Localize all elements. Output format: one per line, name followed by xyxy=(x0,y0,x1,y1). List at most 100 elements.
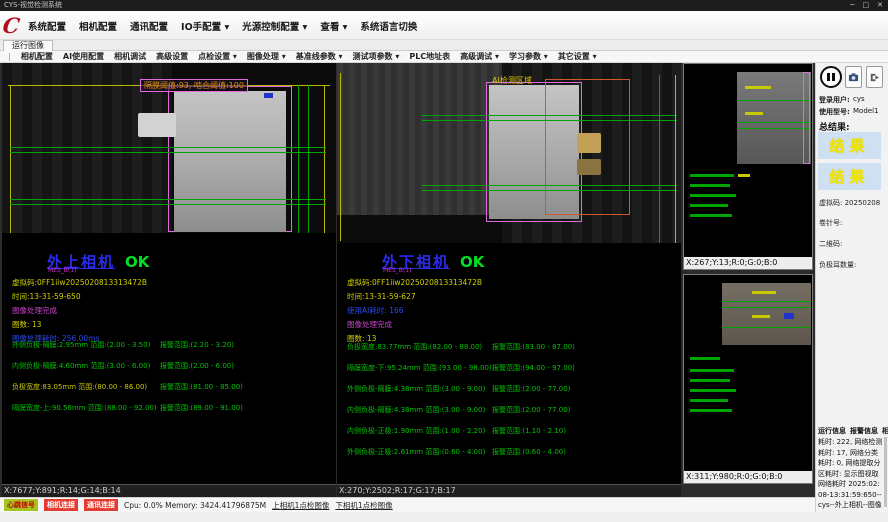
overlay-text-mark xyxy=(745,112,763,115)
info-tab-camera[interactable]: 相机信息 xyxy=(882,426,888,436)
middle-camera-image[interactable]: AI检测区域 xyxy=(337,63,681,243)
process-status-line: 图像处理完成 xyxy=(347,319,392,330)
process-status-line: 图像处理完成 xyxy=(12,305,57,316)
left-camera-view[interactable]: 隔膜阈值:93, 啮合阈值:100 外上相机 OK MES_B(1) 虚拟码:0… xyxy=(2,63,336,497)
result-text-line xyxy=(690,409,732,412)
middle-camera-view[interactable]: AI检测区域 外下相机 OK MES_B(1) 虚拟码:0FF1iiw20250… xyxy=(337,63,681,497)
tool-spot-check[interactable]: 点检设置 ▾ xyxy=(198,51,237,62)
result-ok-label: OK xyxy=(125,253,149,271)
time-line: 时间:13-31-59-650 xyxy=(12,291,81,302)
left-camera-image[interactable]: 隔膜阈值:93, 啮合阈值:100 xyxy=(2,63,336,233)
tool-advanced-debug[interactable]: 高级调试 ▾ xyxy=(460,51,499,62)
measure-line xyxy=(422,115,677,116)
app-logo-icon: C xyxy=(1,13,24,37)
footer-strip xyxy=(0,512,888,522)
measurement-value: 内侧负极-隔膜:4.38mm 范围:(3.00 - 9.00) xyxy=(347,405,485,415)
logout-button[interactable] xyxy=(866,66,883,88)
tool-camera-debug[interactable]: 相机调试 xyxy=(114,51,146,62)
measurement-value: 内侧负极-隔膜:4.60mm 范围:(3.00 - 6.00) xyxy=(12,361,150,371)
virtual-code-row: 虚拟码: 20250208 xyxy=(819,198,880,208)
menu-bar: C 系统配置 相机配置 通讯配置 IO手配置 ▾ 光源控制配置 ▾ 查看 ▾ 系… xyxy=(0,11,888,40)
thumb-camera-view-1[interactable]: X:267;Y:13;R:0;G:0;B:0 xyxy=(683,63,813,270)
menu-view[interactable]: 查看 ▾ xyxy=(320,19,347,33)
status-bar: 心跳信号 相机连接 通讯连接 Cpu: 0.0% Memory: 3424.41… xyxy=(0,497,815,512)
measurement-value: 外侧负极-正极:2.61mm 范围:(0.60 - 4.00) xyxy=(347,447,485,457)
menu-io-config[interactable]: IO手配置 ▾ xyxy=(181,19,229,33)
barcode-line: 虚拟码:0FF1iiw2025020813313472B xyxy=(347,277,482,288)
measurement-alarm: 报警范围:(2.20 - 3.20) xyxy=(160,340,234,350)
blue-marker xyxy=(264,93,273,98)
info-tab-run[interactable]: 运行信息 xyxy=(818,426,846,436)
pause-button[interactable] xyxy=(820,66,842,88)
tool-test-params[interactable]: 测试项参数 ▾ xyxy=(353,51,400,62)
result-box-1: 结果 xyxy=(818,132,881,159)
mes-tag: MES_B(1) xyxy=(383,267,411,274)
comm-connection-badge: 通讯连接 xyxy=(84,499,118,511)
measurement-alarm: 报警范围:(2.00 - 77.00) xyxy=(492,384,570,394)
measurement-alarm: 报警范围:(2.00 - 6.00) xyxy=(160,361,234,371)
barcode-line: 虚拟码:0FF1iiw2025020813313472B xyxy=(12,277,147,288)
tool-other-settings[interactable]: 其它设置 ▾ xyxy=(558,51,597,62)
close-icon[interactable]: ✕ xyxy=(877,0,883,11)
tool-ai-config[interactable]: AI使用配置 xyxy=(63,51,104,62)
result-text-line xyxy=(690,379,730,382)
info-tab-alarm[interactable]: 报警信息 xyxy=(850,426,878,436)
side-panel: 登录用户: cys 使用型号: Model1 总结果: 结果 结果 虚拟码: 2… xyxy=(815,63,888,512)
tool-advanced-settings[interactable]: 高级设置 xyxy=(156,51,188,62)
tool-baseline-params[interactable]: 基准线参数 ▾ xyxy=(296,51,343,62)
tool-learn-params[interactable]: 学习参数 ▾ xyxy=(509,51,548,62)
edge-line-left xyxy=(10,85,11,233)
maximize-icon[interactable]: □ xyxy=(863,0,870,11)
tab-run-image[interactable]: 运行图像 xyxy=(3,40,53,51)
minimize-icon[interactable]: ─ xyxy=(850,0,854,11)
machine-background xyxy=(337,63,502,215)
tab-contact xyxy=(577,133,601,153)
menu-language[interactable]: 系统语言切换 xyxy=(360,19,417,33)
pause-icon xyxy=(827,73,830,81)
threshold-overlay: 隔膜阈值:93, 啮合阈值:100 xyxy=(140,79,248,92)
toolbar: | 相机配置 AI使用配置 相机调试 高级设置 点检设置 ▾ 图像处理 ▾ 基准… xyxy=(0,51,888,63)
pixel-coords-readout: X:270;Y:2502;R:17;G:17;B:17 xyxy=(337,484,681,497)
measurement-value: 内侧负极-正极:1.90mm 范围:(1.00 - 2.20) xyxy=(347,426,485,436)
measurement-alarm: 报警范围:(89.00 - 91.00) xyxy=(160,403,243,413)
measurement-value: 负极宽度:83.05mm 范围:(80.00 - 86.00) xyxy=(12,382,147,392)
upper-camera-check-link[interactable]: 上相机1点检图像 xyxy=(272,500,329,511)
pixel-coords-readout: X:7677;Y:891;R:14;G:14;B:14 xyxy=(2,484,336,497)
log-scrollbar[interactable] xyxy=(884,437,887,507)
pixel-coords-readout: X:311;Y:980;R:0;G:0;B:0 xyxy=(684,471,812,483)
menu-comm-config[interactable]: 通讯配置 xyxy=(130,19,168,33)
camera-icon xyxy=(848,72,859,83)
overlay-text-mark xyxy=(752,291,776,294)
thumb2-image[interactable] xyxy=(722,283,811,345)
measurement-value: 外侧负极-隔膜:4.38mm 范围:(3.00 - 9.00) xyxy=(347,384,485,394)
measurement-alarm: 报警范围:(83.00 - 87.00) xyxy=(492,342,575,352)
main-workspace: 隔膜阈值:93, 啮合阈值:100 外上相机 OK MES_B(1) 虚拟码:0… xyxy=(0,63,815,497)
login-user-label: 登录用户: xyxy=(819,96,850,104)
tab-count-label: 负极耳数量: xyxy=(819,260,856,270)
ai-elapsed-line: 使用AI耗时: 166 xyxy=(347,305,404,316)
tool-camera-config[interactable]: 相机配置 xyxy=(21,51,53,62)
thumb-camera-view-2[interactable]: X:311;Y:980;R:0;G:0;B:0 xyxy=(683,274,813,484)
result-text-line xyxy=(690,357,720,360)
result-box-2: 结果 xyxy=(818,163,881,190)
camera-capture-button[interactable] xyxy=(845,66,862,88)
lower-camera-check-link[interactable]: 下相机1点检图像 xyxy=(335,500,392,511)
result-text-line xyxy=(690,389,736,392)
result-text-line xyxy=(690,399,728,402)
tool-image-process[interactable]: 图像处理 ▾ xyxy=(247,51,286,62)
measurement-alarm: 报警范围:(0.60 - 4.00) xyxy=(492,447,566,457)
menu-system-config[interactable]: 系统配置 xyxy=(28,19,66,33)
measurement-alarm: 报警范围:(81.00 - 85.00) xyxy=(160,382,243,392)
menu-camera-config[interactable]: 相机配置 xyxy=(79,19,117,33)
mes-tag: MES_B(1) xyxy=(48,267,76,274)
tool-plc-table[interactable]: PLC地址表 xyxy=(409,51,450,62)
window-title: CYS-视觉检测系统 xyxy=(4,0,62,11)
thumb1-image[interactable] xyxy=(737,72,811,164)
measurement-alarm: 报警范围:(1.10 - 2.10) xyxy=(492,426,566,436)
time-line: 时间:13-31-59-627 xyxy=(347,291,416,302)
blue-marker xyxy=(784,313,794,319)
menu-light-config[interactable]: 光源控制配置 ▾ xyxy=(242,19,307,33)
result-text-line xyxy=(690,194,736,197)
measurement-value: 隔膜宽度-下:95.24mm 范围:(93.00 - 98.00) xyxy=(347,363,492,373)
result-text-line xyxy=(738,174,750,177)
